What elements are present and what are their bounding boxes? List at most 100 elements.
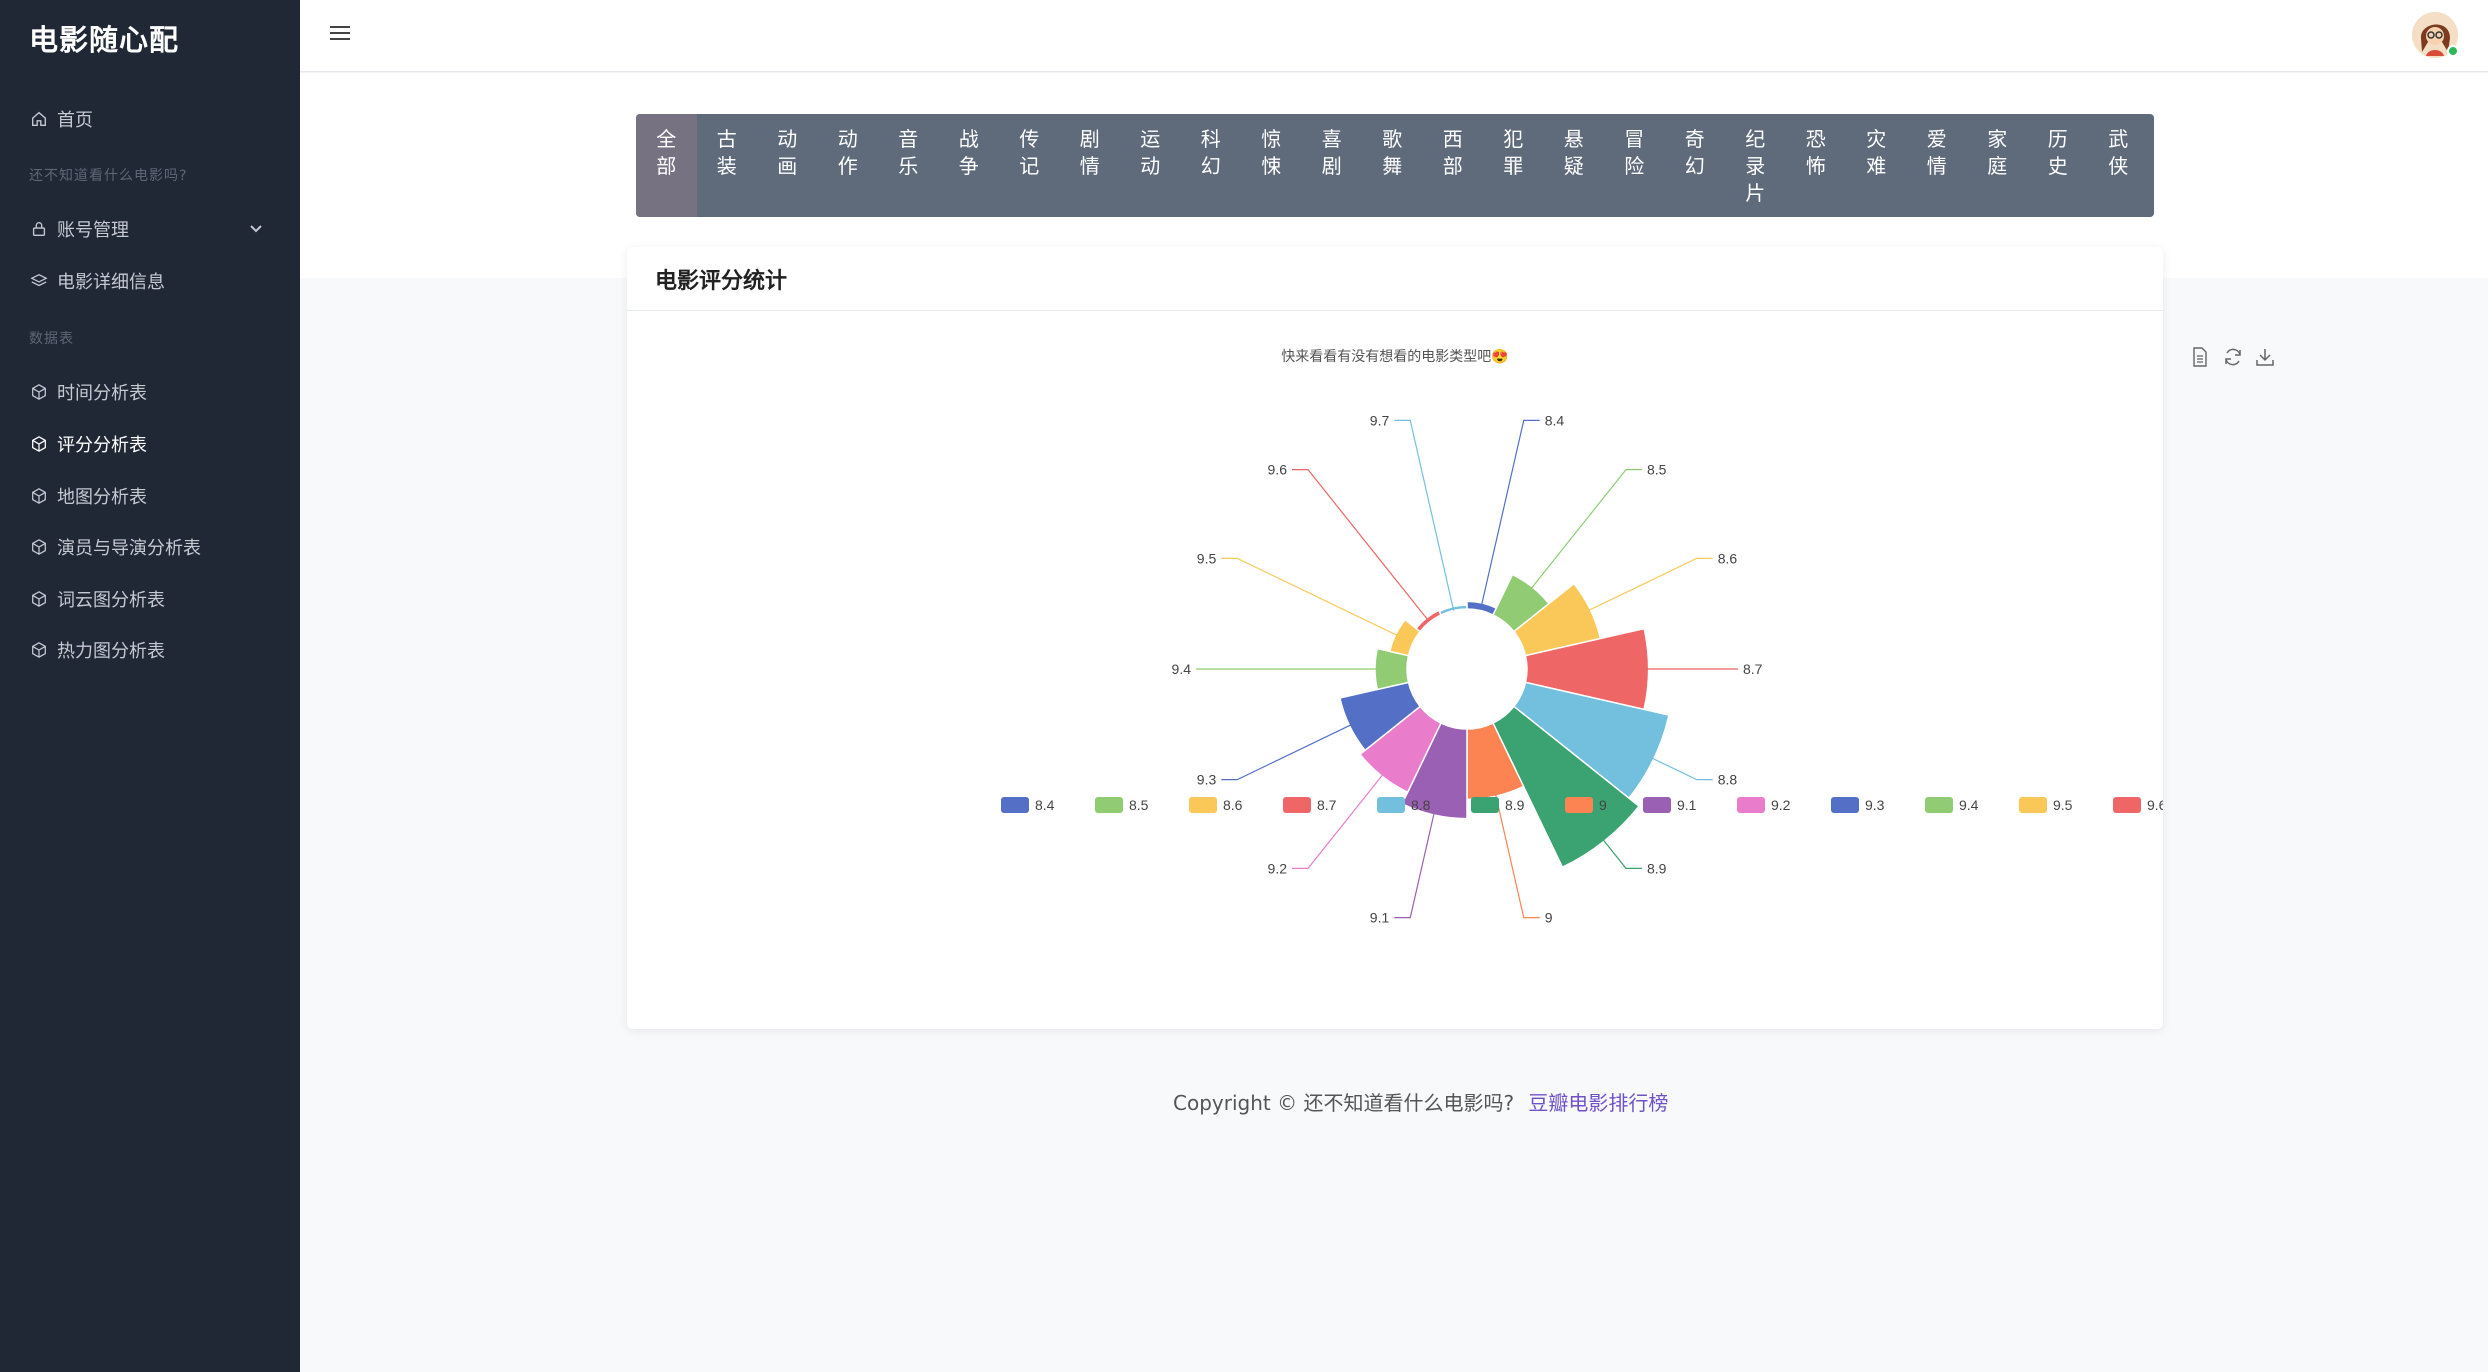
slice-label: 8.4 (1545, 412, 1565, 428)
category-button[interactable]: 西部 (1423, 114, 1484, 217)
slice-label-line (1601, 837, 1642, 869)
sidebar-item-time-analysis[interactable]: 时间分析表 (29, 372, 147, 412)
category-button[interactable]: 爱情 (1907, 114, 1968, 217)
legend-label: 8.4 (1035, 797, 1055, 813)
sidebar: 电影随心配 首页 还不知道看什么电影吗? 账号管理 电影详细信息 数据表 时间分… (0, 0, 300, 1372)
sidebar-item-label: 电影详细信息 (57, 272, 165, 293)
slice-label-line (1292, 772, 1385, 869)
sidebar-item-movie-detail[interactable]: 电影详细信息 (29, 261, 165, 301)
legend-label: 9.1 (1677, 797, 1697, 813)
legend-label: 9 (1599, 797, 1607, 813)
chart-area: 快来看看有没有想看的电影类型吧😍 8.4 8.5 8.6 8.7 8.8 8.9 9 9.1 9.… (627, 311, 2261, 1029)
category-button[interactable]: 奇幻 (1665, 114, 1726, 217)
category-button[interactable]: 全部 (636, 114, 697, 217)
footer: Copyright © 还不知道看什么电影吗? 豆瓣电影排行榜 (1173, 1087, 1668, 1116)
category-button[interactable]: 惊悚 (1241, 114, 1302, 217)
slice-label-line (1586, 557, 1713, 612)
app-title: 电影随心配 (29, 23, 180, 57)
copyright-text: Copyright © 还不知道看什么电影吗? (1173, 1091, 1515, 1115)
lock-icon (29, 219, 49, 239)
douban-ranking-link[interactable]: 豆瓣电影排行榜 (1528, 1091, 1668, 1115)
sidebar-item-label: 账号管理 (57, 220, 129, 241)
legend-label: 9.5 (2053, 797, 2073, 813)
sidebar-item-map-analysis[interactable]: 地图分析表 (29, 476, 147, 516)
category-button[interactable]: 动作 (818, 114, 879, 217)
sidebar-item-label: 评分分析表 (57, 435, 147, 456)
card-title: 电影评分统计 (627, 247, 2163, 311)
sidebar-item-home[interactable]: 首页 (29, 99, 93, 139)
sidebar-item-account[interactable]: 账号管理 (29, 209, 129, 249)
slice-label: 9.6 (1268, 462, 1288, 478)
slice-label: 9.7 (1370, 412, 1390, 428)
slice-label: 8.5 (1647, 462, 1667, 478)
legend-swatch (1001, 797, 1029, 813)
category-button[interactable]: 犯罪 (1483, 114, 1544, 217)
category-button[interactable]: 历史 (2028, 114, 2089, 217)
category-filter-bar: 全部古装动画动作音乐战争传记剧情运动科幻惊悚喜剧歌舞西部犯罪悬疑冒险奇幻纪录片恐… (636, 114, 2154, 217)
slice-label-line (1394, 419, 1455, 611)
rose-slice (1388, 618, 1422, 657)
legend-label: 9.2 (1771, 797, 1791, 813)
category-button[interactable]: 悬疑 (1544, 114, 1605, 217)
slice-label: 9.5 (1197, 550, 1217, 566)
slice-label-line (1394, 810, 1436, 919)
slice-label: 9.4 (1172, 661, 1192, 677)
slice-label-line (1292, 469, 1430, 622)
sidebar-item-label: 词云图分析表 (57, 590, 165, 611)
cube-icon (29, 589, 49, 609)
legend-label: 8.9 (1505, 797, 1525, 813)
cube-icon (29, 486, 49, 506)
category-button[interactable]: 家庭 (1967, 114, 2028, 217)
category-button[interactable]: 运动 (1120, 114, 1181, 217)
slice-label-line (1221, 557, 1400, 637)
rose-chart: 快来看看有没有想看的电影类型吧😍 8.4 8.5 8.6 8.7 8.8 8.9 9 9.1 9.… (1001, 348, 2261, 926)
sidebar-item-label: 演员与导演分析表 (57, 538, 201, 559)
slice-label: 9.3 (1197, 772, 1217, 788)
category-button[interactable]: 动画 (757, 114, 818, 217)
sidebar-item-heatmap-analysis[interactable]: 热力图分析表 (29, 630, 165, 670)
sidebar-section-title: 数据表 (29, 331, 74, 347)
category-button[interactable]: 武侠 (2088, 114, 2149, 217)
category-button[interactable]: 音乐 (878, 114, 939, 217)
slice-label: 8.7 (1743, 661, 1763, 677)
cube-icon (29, 537, 49, 557)
category-button[interactable]: 喜剧 (1302, 114, 1363, 217)
category-button[interactable]: 传记 (999, 114, 1060, 217)
chart-card: 电影评分统计 快来看看有没有想看的电影类型吧😍 8.4 8.5 8.6 8.7 8.8 8.… (627, 247, 2261, 1029)
sidebar-item-actor-director-analysis[interactable]: 演员与导演分析表 (29, 527, 201, 567)
legend-label: 8.7 (1317, 797, 1337, 813)
sidebar-item-wordcloud-analysis[interactable]: 词云图分析表 (29, 579, 165, 619)
avatar[interactable] (2412, 12, 2459, 58)
slice-label: 9 (1545, 910, 1553, 926)
category-button[interactable]: 冒险 (1604, 114, 1665, 217)
sidebar-item-rating-analysis[interactable]: 评分分析表 (29, 424, 147, 464)
chevron-down-icon[interactable] (246, 218, 266, 238)
category-button[interactable]: 灾难 (1846, 114, 1907, 217)
restore-icon[interactable] (2222, 346, 2242, 368)
category-button[interactable]: 古装 (697, 114, 758, 217)
legend-swatch (1737, 797, 1765, 813)
save-image-icon[interactable] (2254, 346, 2274, 368)
slice-label: 8.9 (1647, 860, 1667, 876)
category-button[interactable]: 纪录片 (1725, 114, 1786, 217)
legend-swatch (1095, 797, 1123, 813)
legend-swatch (2019, 797, 2047, 813)
sidebar-item-label: 首页 (57, 110, 93, 131)
category-button[interactable]: 剧情 (1060, 114, 1121, 217)
category-button[interactable]: 歌舞 (1362, 114, 1423, 217)
category-button[interactable]: 战争 (939, 114, 1000, 217)
data-view-icon[interactable] (2190, 346, 2210, 368)
category-button[interactable]: 科幻 (1181, 114, 1242, 217)
home-icon (29, 109, 49, 129)
top-bar (300, 0, 2488, 72)
sidebar-section-title: 还不知道看什么电影吗? (29, 168, 188, 184)
chart-toolbox (2190, 346, 2274, 368)
slice-label-line (1221, 723, 1354, 781)
slice-label-line (1529, 469, 1642, 591)
legend-swatch (1283, 797, 1311, 813)
sidebar-item-label: 地图分析表 (57, 487, 147, 508)
menu-toggle-icon[interactable] (330, 26, 350, 44)
legend-swatch (1189, 797, 1217, 813)
legend-swatch (2113, 797, 2141, 813)
category-button[interactable]: 恐怖 (1786, 114, 1847, 217)
